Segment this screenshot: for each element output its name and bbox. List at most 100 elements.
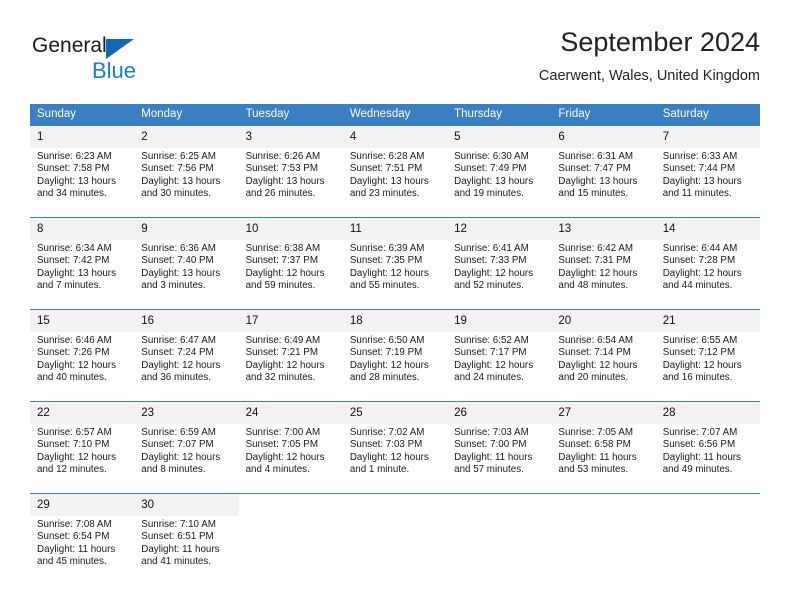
day-details: Sunrise: 6:30 AM Sunset: 7:49 PM Daylight:… xyxy=(447,148,552,218)
day-number[interactable]: 15 xyxy=(30,309,135,332)
weekday-header-saturday: Saturday xyxy=(655,104,760,126)
daylight-text-line1: Daylight: 13 hours xyxy=(37,267,116,279)
calendar-body: 1 2 3 4 5 6 7 Sunrise: 6:23 AM Sunset: 7:58 PM Da… xyxy=(30,126,760,585)
sunrise-text: Sunrise: 7:03 AM xyxy=(454,427,529,438)
daylight-text-line2: and 55 minutes. xyxy=(349,280,420,292)
logo-text-blue: Blue xyxy=(92,58,137,83)
day-number[interactable]: 26 xyxy=(447,401,552,424)
daylight-text-line1: Daylight: 12 hours xyxy=(245,267,325,279)
sunrise-text: Sunrise: 6:44 AM xyxy=(662,243,738,254)
daylight-text-line1: Daylight: 12 hours xyxy=(662,267,742,279)
week-detail-row: Sunrise: 6:46 AM Sunset: 7:26 PM Daylight:… xyxy=(30,332,760,402)
sunset-text: Sunset: 7:33 PM xyxy=(454,255,527,267)
day-number[interactable]: 1 xyxy=(30,126,135,148)
sunset-text: Sunset: 7:26 PM xyxy=(37,347,110,359)
sunrise-text: Sunrise: 6:39 AM xyxy=(349,243,425,254)
day-number[interactable]: 3 xyxy=(238,126,343,148)
daylight-text-line2: and 20 minutes. xyxy=(558,372,629,384)
daylight-text-line2: and 59 minutes. xyxy=(245,280,316,292)
sunset-text: Sunset: 6:58 PM xyxy=(558,439,631,451)
day-number[interactable]: 24 xyxy=(238,401,343,424)
daylight-text-line2: and 53 minutes. xyxy=(558,464,629,476)
day-number[interactable]: 22 xyxy=(30,401,135,424)
day-details: Sunrise: 6:52 AM Sunset: 7:17 PM Daylight:… xyxy=(447,332,552,402)
day-number[interactable]: 19 xyxy=(447,309,552,332)
sunset-text: Sunset: 7:31 PM xyxy=(558,255,631,267)
day-number[interactable]: 16 xyxy=(134,309,239,332)
day-number[interactable]: 8 xyxy=(30,217,135,240)
daylight-text-line2: and 36 minutes. xyxy=(141,372,211,384)
day-details: Sunrise: 6:23 AM Sunset: 7:58 PM Daylight:… xyxy=(30,148,135,218)
day-cell-empty xyxy=(447,493,552,516)
day-details: Sunrise: 6:36 AM Sunset: 7:40 PM Daylight:… xyxy=(134,240,239,310)
day-details: Sunrise: 7:08 AM Sunset: 6:54 PM Daylight:… xyxy=(30,516,135,585)
week-daynumber-row: 29 30 xyxy=(30,493,760,516)
sunset-text: Sunset: 7:17 PM xyxy=(454,347,527,359)
sunrise-text: Sunrise: 6:42 AM xyxy=(558,243,634,254)
day-number[interactable]: 21 xyxy=(655,309,760,332)
daylight-text-line1: Daylight: 12 hours xyxy=(662,359,742,371)
day-number[interactable]: 4 xyxy=(342,126,448,148)
day-details: Sunrise: 6:55 AM Sunset: 7:12 PM Daylight:… xyxy=(655,332,760,402)
sunset-text: Sunset: 7:10 PM xyxy=(37,439,110,451)
day-details: Sunrise: 7:00 AM Sunset: 7:05 PM Daylight:… xyxy=(238,424,343,494)
day-number[interactable]: 6 xyxy=(551,126,656,148)
day-number[interactable]: 30 xyxy=(134,493,239,516)
day-details: Sunrise: 6:47 AM Sunset: 7:24 PM Daylight:… xyxy=(134,332,239,402)
day-number[interactable]: 28 xyxy=(655,401,760,424)
daylight-text-line1: Daylight: 13 hours xyxy=(558,175,638,187)
week-daynumber-row: 15 16 17 18 19 20 21 xyxy=(30,309,760,332)
day-number[interactable]: 2 xyxy=(134,126,239,148)
weekday-header-sunday: Sunday xyxy=(30,104,135,126)
day-details: Sunrise: 6:31 AM Sunset: 7:47 PM Daylight:… xyxy=(551,148,656,218)
logo-triangle-icon xyxy=(106,39,134,59)
day-cell-empty xyxy=(551,493,656,516)
day-number[interactable]: 25 xyxy=(342,401,448,424)
daylight-text-line1: Daylight: 11 hours xyxy=(454,451,533,463)
sunset-text: Sunset: 7:03 PM xyxy=(349,439,423,451)
sunset-text: Sunset: 6:56 PM xyxy=(662,439,736,451)
daylight-text-line2: and 7 minutes. xyxy=(37,280,102,292)
daylight-text-line2: and 11 minutes. xyxy=(662,188,732,200)
day-number[interactable]: 9 xyxy=(134,217,239,240)
daylight-text-line2: and 48 minutes. xyxy=(558,280,629,292)
daylight-text-line1: Daylight: 12 hours xyxy=(454,359,534,371)
daylight-text-line1: Daylight: 13 hours xyxy=(37,175,116,187)
day-number[interactable]: 10 xyxy=(238,217,343,240)
day-number[interactable]: 11 xyxy=(342,217,448,240)
sunrise-text: Sunrise: 7:05 AM xyxy=(558,427,634,438)
week-detail-row: Sunrise: 6:57 AM Sunset: 7:10 PM Daylight:… xyxy=(30,424,760,494)
daylight-text-line2: and 49 minutes. xyxy=(662,464,733,476)
sunrise-text: Sunrise: 6:46 AM xyxy=(37,335,112,346)
day-detail-empty xyxy=(551,516,656,585)
day-detail-empty xyxy=(447,516,552,585)
sunset-text: Sunset: 7:56 PM xyxy=(141,163,214,175)
week-detail-row: Sunrise: 6:34 AM Sunset: 7:42 PM Daylight:… xyxy=(30,240,760,310)
day-number[interactable]: 23 xyxy=(134,401,239,424)
daylight-text-line2: and 3 minutes. xyxy=(141,280,206,292)
day-number[interactable]: 5 xyxy=(447,126,552,148)
sunrise-text: Sunrise: 7:02 AM xyxy=(349,427,425,438)
day-number[interactable]: 27 xyxy=(551,401,656,424)
page-header: General Blue September 2024 Caerwent, Wa… xyxy=(30,26,760,96)
day-number[interactable]: 14 xyxy=(655,217,760,240)
day-number[interactable]: 29 xyxy=(30,493,135,516)
daylight-text-line2: and 32 minutes. xyxy=(245,372,316,384)
day-number[interactable]: 13 xyxy=(551,217,656,240)
daylight-text-line2: and 15 minutes. xyxy=(558,188,629,200)
daylight-text-line2: and 40 minutes. xyxy=(37,372,107,384)
day-details: Sunrise: 6:50 AM Sunset: 7:19 PM Daylight:… xyxy=(342,332,448,402)
daylight-text-line1: Daylight: 12 hours xyxy=(558,267,638,279)
daylight-text-line2: and 52 minutes. xyxy=(454,280,524,292)
day-number[interactable]: 7 xyxy=(655,126,760,148)
day-details: Sunrise: 6:49 AM Sunset: 7:21 PM Daylight:… xyxy=(238,332,343,402)
day-number[interactable]: 20 xyxy=(551,309,656,332)
sunrise-text: Sunrise: 7:07 AM xyxy=(662,427,738,438)
day-details: Sunrise: 7:10 AM Sunset: 6:51 PM Daylight:… xyxy=(134,516,239,585)
day-number[interactable]: 12 xyxy=(447,217,552,240)
day-number[interactable]: 17 xyxy=(238,309,343,332)
sunrise-text: Sunrise: 7:00 AM xyxy=(245,427,321,438)
daylight-text-line1: Daylight: 12 hours xyxy=(349,267,429,279)
day-number[interactable]: 18 xyxy=(342,309,448,332)
sunrise-text: Sunrise: 6:34 AM xyxy=(37,243,112,254)
